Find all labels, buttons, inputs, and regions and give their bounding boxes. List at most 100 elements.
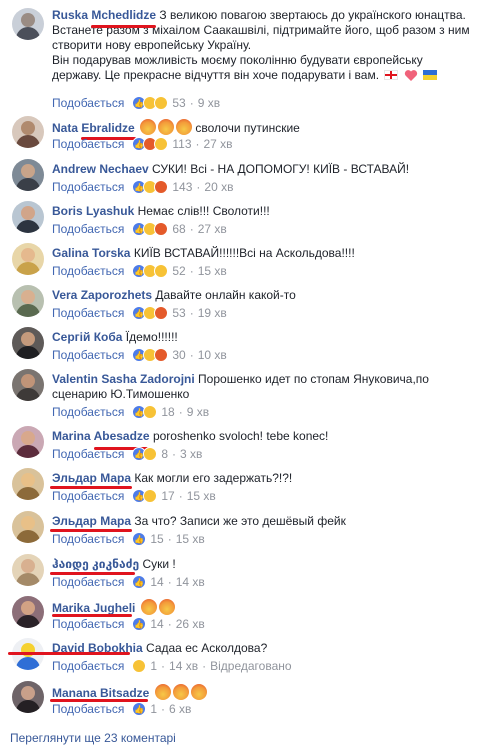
reaction-summary[interactable]: 👍 18 (132, 405, 175, 419)
comment-time[interactable]: 20 хв (204, 180, 233, 194)
comment-actions: Подобається 👍 18 · 9 хв (52, 404, 209, 420)
reaction-summary[interactable]: 👍 14 (132, 575, 164, 589)
reaction-summary[interactable]: 👍 14 (132, 617, 164, 631)
reaction-summary[interactable]: 👍 143 (132, 180, 192, 194)
like-reaction-icon: 👍 (132, 702, 147, 716)
reaction-summary[interactable]: 👍 15 (132, 532, 164, 546)
edited-label[interactable]: Відредаговано (210, 659, 291, 673)
comment-author[interactable]: Valentin Sasha Zadorojni (52, 372, 195, 386)
avatar[interactable] (12, 596, 44, 628)
like-link[interactable]: Подобається (52, 489, 124, 503)
wow-reaction-icon (143, 489, 158, 503)
comment-author[interactable]: Эльдар Мара (52, 471, 131, 485)
comment-author[interactable]: Nata Ebralidze (52, 121, 135, 135)
angry-reaction-icon (154, 306, 169, 320)
comment-time[interactable]: 9 хв (187, 405, 209, 419)
reaction-count: 17 (161, 489, 175, 503)
reaction-count: 18 (161, 405, 175, 419)
like-link[interactable]: Подобається (52, 702, 124, 716)
comment-author[interactable]: Manana Bitsadze (52, 686, 149, 700)
comment-text: Как могли его задержать?!?! (134, 471, 293, 485)
comment-time[interactable]: 14 хв (176, 575, 205, 589)
comment-author[interactable]: Эльдар Мара (52, 514, 131, 528)
reaction-summary[interactable]: 👍 52 (132, 264, 186, 278)
comment-author[interactable]: Marina Abesadze (52, 429, 150, 443)
comment-time[interactable]: 26 хв (176, 617, 205, 631)
comment-actions: Подобається 👍 15 · 15 хв (52, 531, 205, 547)
like-link[interactable]: Подобається (52, 617, 124, 631)
comment-text: Він подарував можливість моєму поколінню… (52, 53, 423, 67)
like-link[interactable]: Подобається (52, 306, 124, 320)
like-link[interactable]: Подобається (52, 447, 124, 461)
reaction-summary[interactable]: 👍 68 (132, 222, 186, 236)
separator: · (161, 702, 166, 716)
comment-author[interactable]: Galina Torska (52, 246, 130, 260)
comment-actions: Подобається 👍 14 · 14 хв (52, 574, 205, 590)
comment-author[interactable]: Vera Zaporozhets (52, 288, 152, 302)
comment-author[interactable]: Marika Jugheli (52, 601, 135, 615)
comment-time[interactable]: 15 хв (187, 489, 216, 503)
comment-time[interactable]: 15 хв (198, 264, 227, 278)
haha-reaction-icon (143, 405, 158, 419)
comment-time[interactable]: 9 хв (198, 96, 220, 110)
avatar[interactable] (12, 468, 44, 500)
like-reaction-icon: 👍 (132, 532, 147, 546)
comment-actions: Подобається 👍 143 · 20 хв (52, 179, 233, 195)
reaction-summary[interactable]: 👍 30 (132, 348, 186, 362)
avatar[interactable] (12, 554, 44, 586)
like-link[interactable]: Подобається (52, 137, 124, 151)
comment-actions: Подобається 1 · 14 хв · Відредаговано (52, 658, 292, 674)
wow-reaction-icon (154, 96, 169, 110)
reaction-summary[interactable]: 👍 53 (132, 96, 186, 110)
comment-time[interactable]: 6 хв (169, 702, 191, 716)
like-link[interactable]: Подобається (52, 532, 124, 546)
reaction-summary[interactable]: 👍 53 (132, 306, 186, 320)
avatar[interactable] (12, 116, 44, 148)
like-link[interactable]: Подобається (52, 659, 124, 673)
comment-time[interactable]: 19 хв (198, 306, 227, 320)
like-link[interactable]: Подобається (52, 575, 124, 589)
comment-time[interactable]: 10 хв (198, 348, 227, 362)
reaction-summary[interactable]: 👍 113 (132, 137, 192, 151)
comment-time[interactable]: 27 хв (198, 222, 227, 236)
avatar[interactable] (12, 159, 44, 191)
reaction-count: 14 (150, 575, 164, 589)
comment-author[interactable]: Andrew Nechaev (52, 162, 149, 176)
comment-time[interactable]: 27 хв (204, 137, 233, 151)
angry-reaction-icon (154, 222, 169, 236)
avatar[interactable] (12, 681, 44, 713)
like-link[interactable]: Подобається (52, 96, 124, 110)
comment-text: За что? Записи же это дешёвый фейк (134, 514, 346, 528)
angry-emoji-icon (158, 599, 175, 615)
avatar[interactable] (12, 243, 44, 275)
like-link[interactable]: Подобається (52, 348, 124, 362)
like-link[interactable]: Подобається (52, 180, 124, 194)
comment-author[interactable]: Ruska Mchedlidze (52, 8, 156, 22)
comment-actions: Подобається 👍 113 · 27 хв (52, 136, 233, 152)
like-link[interactable]: Подобається (52, 264, 124, 278)
comment-author[interactable]: Сергій Коба (52, 330, 122, 344)
like-link[interactable]: Подобається (52, 222, 124, 236)
avatar[interactable] (12, 285, 44, 317)
reaction-summary[interactable]: 👍 8 (132, 447, 168, 461)
avatar[interactable] (12, 426, 44, 458)
comment-time[interactable]: 15 хв (176, 532, 205, 546)
reaction-summary[interactable]: 👍 17 (132, 489, 175, 503)
comment-time[interactable]: 14 хв (169, 659, 198, 673)
like-link[interactable]: Подобається (52, 405, 124, 419)
comment-time[interactable]: 3 хв (180, 447, 202, 461)
reaction-summary[interactable]: 1 (132, 659, 157, 673)
reaction-count: 14 (150, 617, 164, 631)
reaction-summary[interactable]: 👍 1 (132, 702, 157, 716)
avatar[interactable] (12, 327, 44, 359)
separator: · (196, 180, 201, 194)
avatar[interactable] (12, 201, 44, 233)
comment-actions: Подобається 👍 53 · 9 хв (52, 95, 220, 111)
view-more-comments-link[interactable]: Переглянути ще 23 коментарі (10, 731, 176, 745)
comment-author[interactable]: ჰაიდე კიკნაძე (52, 557, 139, 571)
separator: · (189, 264, 194, 278)
avatar[interactable] (12, 511, 44, 543)
avatar[interactable] (12, 369, 44, 401)
comment-author[interactable]: Boris Lyashuk (52, 204, 134, 218)
avatar[interactable] (12, 8, 44, 40)
